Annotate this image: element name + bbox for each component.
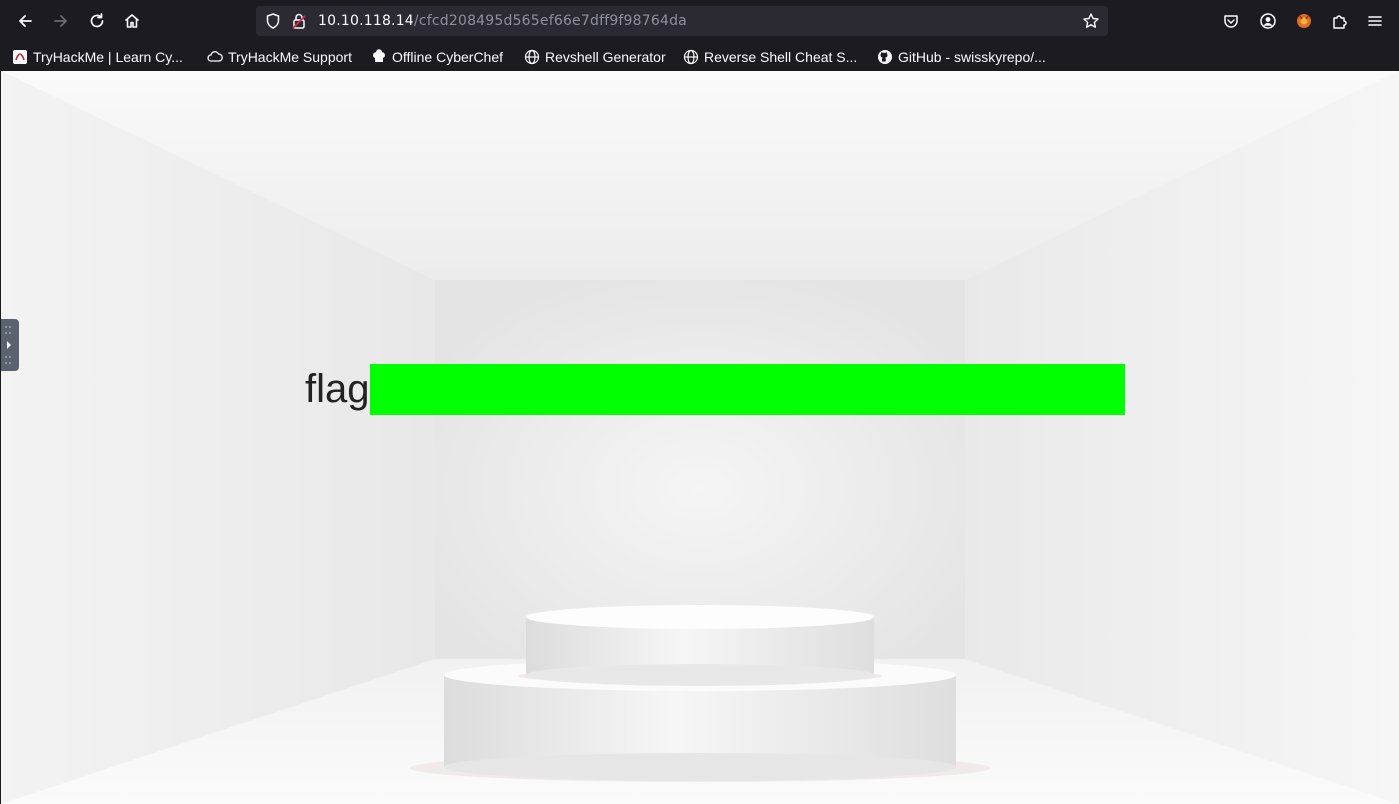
bookmark-tryhackme[interactable]: TryHackMe | Learn Cy... xyxy=(12,46,183,68)
bookmark-star-icon[interactable] xyxy=(1082,12,1100,30)
url-bar[interactable]: 10.10.118.14/cfcd208495d565ef66e7dff9f98… xyxy=(256,6,1108,36)
bookmark-offline-cyberchef[interactable]: Offline CyberChef xyxy=(371,46,503,68)
bookmark-revshell-generator[interactable]: Revshell Generator xyxy=(524,46,666,68)
insecure-lock-icon[interactable] xyxy=(290,12,308,30)
cloud-icon xyxy=(207,49,223,65)
chef-hat-icon xyxy=(371,49,387,65)
sidebar-handle[interactable] xyxy=(1,319,19,371)
bookmark-label: TryHackMe Support xyxy=(228,49,352,65)
bookmark-tryhackme-support[interactable]: TryHackMe Support xyxy=(207,46,352,68)
bookmark-label: Revshell Generator xyxy=(545,49,666,65)
bookmark-label: TryHackMe | Learn Cy... xyxy=(33,49,183,65)
home-icon xyxy=(124,14,140,28)
bookmark-github-swisskyrepo[interactable]: GitHub - swisskyrepo/... xyxy=(877,46,1046,68)
extension-button[interactable] xyxy=(1293,10,1315,32)
pocket-button[interactable] xyxy=(1220,10,1242,32)
bookmark-label: Offline CyberChef xyxy=(392,49,504,65)
menu-button[interactable] xyxy=(1364,10,1386,32)
room-background xyxy=(1,71,1399,804)
back-arrow-icon xyxy=(19,15,32,27)
flag-highlight-box xyxy=(370,364,1125,415)
url-text[interactable]: 10.10.118.14/cfcd208495d565ef66e7dff9f98… xyxy=(318,6,687,36)
back-button[interactable] xyxy=(11,7,39,35)
globe-icon xyxy=(683,49,699,65)
bookmark-label: GitHub - swisskyrepo/... xyxy=(898,49,1046,65)
bookmarks-toolbar: TryHackMe | Learn Cy... TryHackMe Suppor… xyxy=(0,42,1399,72)
forward-arrow-icon xyxy=(54,15,67,27)
bookmark-reverse-shell-cheat-sheet[interactable]: Reverse Shell Cheat S... xyxy=(683,46,857,68)
grip-arrow-icon xyxy=(5,326,11,364)
hamburger-menu-icon xyxy=(1368,16,1382,26)
flag-label: flag xyxy=(305,367,370,411)
account-button[interactable] xyxy=(1257,10,1279,32)
home-button[interactable] xyxy=(118,7,146,35)
extensions-button[interactable] xyxy=(1329,10,1351,32)
url-path: /cfcd208495d565ef66e7dff9f98764da xyxy=(413,13,687,29)
forward-button[interactable] xyxy=(47,7,75,35)
bookmark-label: Reverse Shell Cheat S... xyxy=(704,49,858,65)
puzzle-piece-icon xyxy=(1333,15,1347,29)
globe-icon xyxy=(524,49,540,65)
browser-toolbar: 10.10.118.14/cfcd208495d565ef66e7dff9f98… xyxy=(0,0,1399,42)
account-icon xyxy=(1260,13,1276,29)
tracking-protection-shield-icon[interactable] xyxy=(264,12,282,30)
url-host: 10.10.118.14 xyxy=(318,13,414,29)
foxyproxy-icon xyxy=(1297,14,1311,28)
reload-button[interactable] xyxy=(83,7,111,35)
github-icon xyxy=(877,49,893,65)
reload-icon xyxy=(90,13,104,28)
page-viewport: flag xyxy=(1,71,1399,804)
pocket-icon xyxy=(1224,15,1238,28)
tryhackme-icon xyxy=(12,49,28,65)
